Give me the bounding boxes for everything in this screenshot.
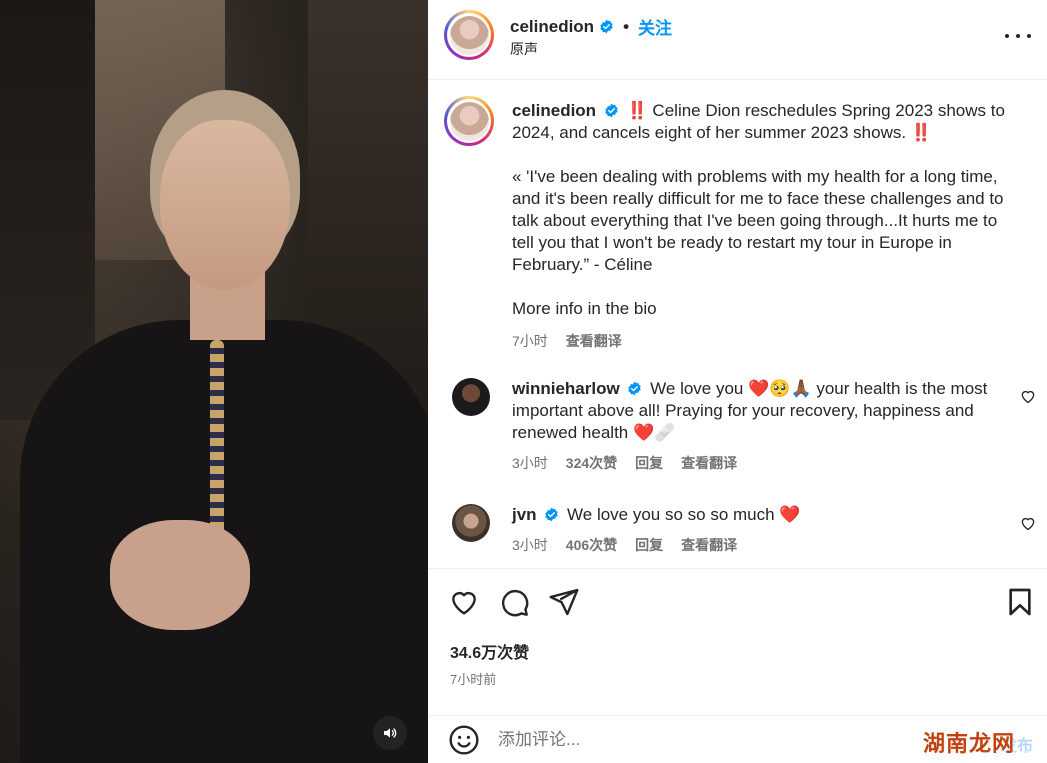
avatar[interactable] (452, 378, 490, 416)
comment-input[interactable] (498, 730, 898, 750)
comment-like-count[interactable]: 406次赞 (566, 534, 617, 556)
post-header: celinedion • 关注 原声 (428, 0, 1047, 80)
translate-button[interactable]: 查看翻译 (681, 452, 737, 474)
verified-badge-icon (605, 103, 618, 118)
post-timestamp: 7小时前 (450, 672, 497, 687)
bookmark-icon[interactable] (1004, 586, 1036, 618)
video-subject (160, 120, 290, 290)
share-icon[interactable] (548, 586, 580, 618)
audio-label[interactable]: 原声 (510, 39, 538, 59)
speaker-icon (384, 728, 397, 738)
watermark-logo: 湖南龙网 (922, 732, 1015, 757)
caption-username[interactable]: celinedion (512, 101, 596, 120)
separator-dot: • (623, 16, 630, 36)
post-actions: 34.6万次赞 7小时前 发布 湖南龙网 (428, 568, 1047, 763)
post-details-panel: celinedion • 关注 原声 celinedion ‼️ Celine … (428, 0, 1047, 763)
avatar[interactable] (444, 10, 494, 60)
comment-text: We love you so so so much ❤️ (567, 505, 801, 524)
verified-badge-icon (600, 19, 613, 34)
audio-toggle-button[interactable] (373, 716, 407, 750)
video-subject (210, 340, 224, 540)
caption-text: « 'I've been dealing with problems with … (512, 167, 1004, 274)
emoji-icon[interactable] (448, 724, 480, 756)
comment-bar: 发布 湖南龙网 (428, 715, 1047, 763)
dot-icon (1016, 34, 1020, 38)
comment-username[interactable]: winnieharlow (512, 379, 620, 398)
like-comment-heart-icon[interactable] (1019, 514, 1037, 532)
caption-time: 7小时 (512, 333, 548, 349)
avatar[interactable] (444, 96, 494, 146)
heart-icon[interactable] (448, 586, 480, 618)
comment-like-count[interactable]: 324次赞 (566, 452, 617, 474)
follow-button[interactable]: 关注 (638, 14, 672, 39)
dot-icon (1027, 34, 1031, 38)
reply-button[interactable]: 回复 (635, 452, 663, 474)
translate-button[interactable]: 查看翻译 (566, 330, 622, 352)
like-count[interactable]: 34.6万次赞 (450, 639, 529, 663)
header-username[interactable]: celinedion (510, 17, 594, 37)
comment-icon[interactable] (498, 586, 530, 618)
comment-time: 3小时 (512, 537, 548, 553)
video-subject (110, 520, 250, 630)
comment-time: 3小时 (512, 455, 548, 471)
verified-badge-icon (628, 381, 642, 396)
dot-icon (1005, 34, 1009, 38)
post-video[interactable] (0, 0, 428, 763)
translate-button[interactable]: 查看翻译 (681, 534, 737, 556)
caption-text: More info in the bio (512, 299, 657, 318)
more-options-button[interactable] (1005, 24, 1031, 48)
reply-button[interactable]: 回复 (635, 534, 663, 556)
like-comment-heart-icon[interactable] (1019, 387, 1037, 405)
verified-badge-icon (545, 507, 559, 522)
avatar[interactable] (452, 504, 490, 542)
comment-username[interactable]: jvn (512, 505, 537, 524)
